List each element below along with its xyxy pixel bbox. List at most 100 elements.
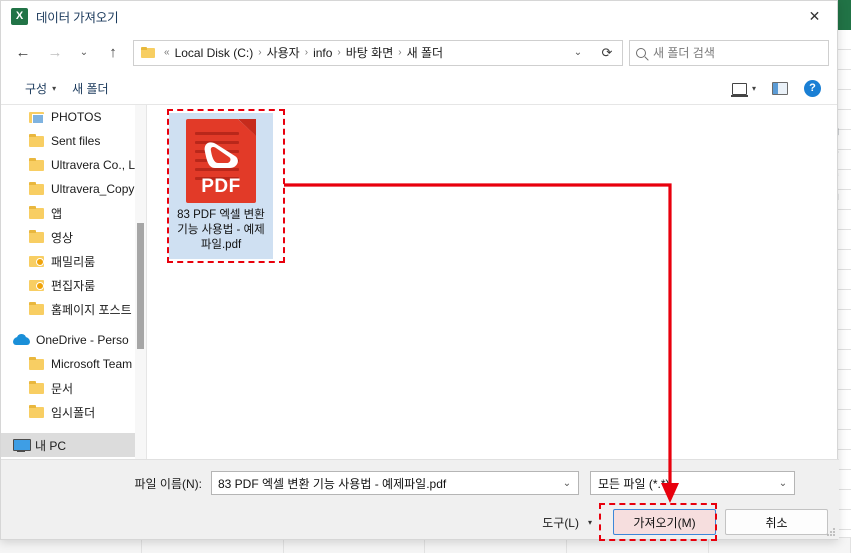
- button-row: 도구(L) ▾ 가져오기(M) 취소: [1, 503, 839, 541]
- sidebar-item-app[interactable]: 앱: [1, 201, 146, 225]
- address-prefix: «: [164, 47, 170, 58]
- folder-icon: [29, 405, 45, 419]
- folder-icon: [29, 182, 45, 196]
- breadcrumb-separator: ›: [337, 47, 341, 58]
- help-button[interactable]: ?: [796, 77, 829, 100]
- preview-pane-icon: [772, 82, 788, 95]
- back-button[interactable]: ←: [7, 37, 39, 69]
- filename-row: 파일 이름(N): 83 PDF 엑셀 변환 기능 사용법 - 예제파일.pdf…: [1, 468, 839, 498]
- filetype-select[interactable]: 모든 파일 (*.*) ⌄: [590, 471, 795, 495]
- dialog-footer: 파일 이름(N): 83 PDF 엑셀 변환 기능 사용법 - 예제파일.pdf…: [1, 459, 839, 541]
- breadcrumb-separator: ›: [304, 47, 309, 58]
- import-button[interactable]: 가져오기(M): [613, 509, 716, 535]
- folder-icon: [29, 230, 45, 244]
- sidebar-item-label: 홈페이지 포스트: [51, 302, 132, 317]
- pc-icon: [13, 438, 31, 452]
- breadcrumb-new-folder[interactable]: 새 폴더: [407, 44, 443, 61]
- filetype-value: 모든 파일 (*.*): [598, 476, 670, 491]
- sidebar-item-label: Microsoft Team: [51, 357, 133, 371]
- chevron-down-icon: ▾: [587, 517, 592, 527]
- view-icon: [730, 82, 748, 97]
- breadcrumb-users[interactable]: 사용자: [267, 44, 300, 61]
- sidebar-item-editor-room[interactable]: 편집자룸: [1, 273, 146, 297]
- file-list-pane[interactable]: PDF 83 PDF 엑셀 변환 기능 사용법 - 예제파일.pdf: [147, 105, 837, 461]
- photos-folder-icon: [29, 110, 45, 124]
- chevron-down-icon[interactable]: ⌄: [774, 478, 792, 489]
- file-name-label: 83 PDF 엑셀 변환 기능 사용법 - 예제파일.pdf: [177, 209, 265, 251]
- sidebar-item-ultravera-co[interactable]: Ultravera Co., Lt: [1, 153, 146, 177]
- sidebar-item-ultravera-copy[interactable]: Ultravera_Copy: [1, 177, 146, 201]
- sidebar-item-onedrive[interactable]: OneDrive - Perso: [1, 328, 146, 352]
- search-icon: [636, 47, 646, 58]
- sidebar-scrollbar-track[interactable]: [135, 105, 146, 461]
- navigation-bar: ← → ⌄ ↑ « Local Disk (C:) › 사용자 › info ›…: [1, 32, 837, 73]
- dialog-title: 데이터 가져오기: [36, 11, 119, 25]
- breadcrumb-info[interactable]: info: [313, 46, 332, 60]
- preview-pane-button[interactable]: [764, 79, 796, 98]
- navigation-pane: PHOTOS Sent files Ultravera Co., Lt Ultr…: [1, 105, 147, 461]
- breadcrumb-separator: ›: [398, 47, 402, 58]
- search-input[interactable]: 새 폴더 검색: [629, 39, 829, 66]
- sidebar-item-documents[interactable]: 문서: [1, 376, 146, 400]
- sidebar-item-family-room[interactable]: 패밀리룸: [1, 249, 146, 273]
- list-item[interactable]: PDF 83 PDF 엑셀 변환 기능 사용법 - 예제파일.pdf: [169, 113, 273, 259]
- change-view-button[interactable]: ▾: [724, 80, 764, 98]
- sidebar-item-microsoft-team[interactable]: Microsoft Team: [1, 352, 146, 376]
- folder-icon: [29, 158, 45, 172]
- tools-button[interactable]: 도구(L) ▾: [536, 510, 598, 535]
- refresh-icon[interactable]: ⟳: [594, 45, 620, 61]
- sidebar-item-label: 패밀리룸: [51, 254, 96, 269]
- filename-label: 파일 이름(N):: [134, 476, 203, 491]
- cancel-button[interactable]: 취소: [725, 509, 828, 535]
- sidebar-item-label: 임시폴더: [51, 405, 96, 420]
- folder-icon: [141, 47, 155, 58]
- pdf-icon-label: PDF: [201, 176, 241, 197]
- sidebar-item-label: Sent files: [51, 134, 101, 148]
- shared-folder-icon: [29, 254, 45, 268]
- command-toolbar: 구성 ▾ 새 폴더 ▾ ?: [1, 73, 837, 105]
- tools-label: 도구(L): [542, 515, 579, 530]
- search-placeholder: 새 폴더 검색: [653, 46, 715, 60]
- breadcrumb-separator: ›: [258, 47, 262, 58]
- shared-folder-icon: [29, 278, 45, 292]
- folder-icon: [29, 381, 45, 395]
- recent-locations-button[interactable]: ⌄: [71, 37, 97, 69]
- new-folder-button[interactable]: 새 폴더: [64, 77, 116, 100]
- sidebar-item-label: 앱: [51, 206, 63, 221]
- sidebar-item-sent-files[interactable]: Sent files: [1, 129, 146, 153]
- filename-value: 83 PDF 엑셀 변환 기능 사용법 - 예제파일.pdf: [218, 476, 447, 491]
- new-folder-label: 새 폴더: [72, 82, 109, 96]
- resize-grip[interactable]: [826, 527, 836, 537]
- import-data-dialog: X 데이터 가져오기 ✕ ← → ⌄ ↑ « Local Disk (C:) ›…: [0, 0, 839, 541]
- folder-icon: [29, 134, 45, 148]
- close-icon[interactable]: ✕: [792, 1, 837, 32]
- sidebar-item-label: OneDrive - Perso: [36, 333, 129, 347]
- chevron-down-icon: ▾: [751, 84, 756, 93]
- organize-label: 구성: [25, 82, 48, 96]
- breadcrumb-desktop[interactable]: 바탕 화면: [346, 44, 394, 61]
- sidebar-item-photos[interactable]: PHOTOS: [1, 105, 146, 129]
- sidebar-item-label: 편집자룸: [51, 278, 96, 293]
- dialog-body: PHOTOS Sent files Ultravera Co., Lt Ultr…: [1, 105, 837, 461]
- address-bar[interactable]: « Local Disk (C:) › 사용자 › info › 바탕 화면 ›…: [133, 39, 623, 66]
- sidebar-item-label: PHOTOS: [51, 110, 102, 124]
- folder-icon: [29, 357, 45, 371]
- sidebar-item-temp-folder[interactable]: 임시폴더: [1, 400, 146, 424]
- up-button[interactable]: ↑: [97, 37, 129, 69]
- forward-button[interactable]: →: [39, 37, 71, 69]
- organize-button[interactable]: 구성 ▾: [17, 77, 64, 100]
- sidebar-item-video[interactable]: 영상: [1, 225, 146, 249]
- chevron-down-icon[interactable]: ⌄: [558, 478, 576, 489]
- sidebar-item-label: 영상: [51, 230, 74, 245]
- folder-icon: [29, 302, 45, 316]
- cloud-icon: [13, 333, 30, 347]
- chevron-down-icon[interactable]: ⌄: [565, 47, 591, 58]
- sidebar-item-this-pc[interactable]: 내 PC: [1, 433, 146, 457]
- sidebar-item-homepage-post[interactable]: 홈페이지 포스트: [1, 297, 146, 321]
- filename-input[interactable]: 83 PDF 엑셀 변환 기능 사용법 - 예제파일.pdf ⌄: [211, 471, 579, 495]
- pdf-file-icon: PDF: [186, 119, 256, 203]
- sidebar-item-label: 문서: [51, 381, 74, 396]
- dialog-titlebar: X 데이터 가져오기 ✕: [1, 1, 837, 32]
- sidebar-scrollbar-thumb[interactable]: [137, 223, 144, 349]
- breadcrumb-drive[interactable]: Local Disk (C:): [175, 46, 254, 60]
